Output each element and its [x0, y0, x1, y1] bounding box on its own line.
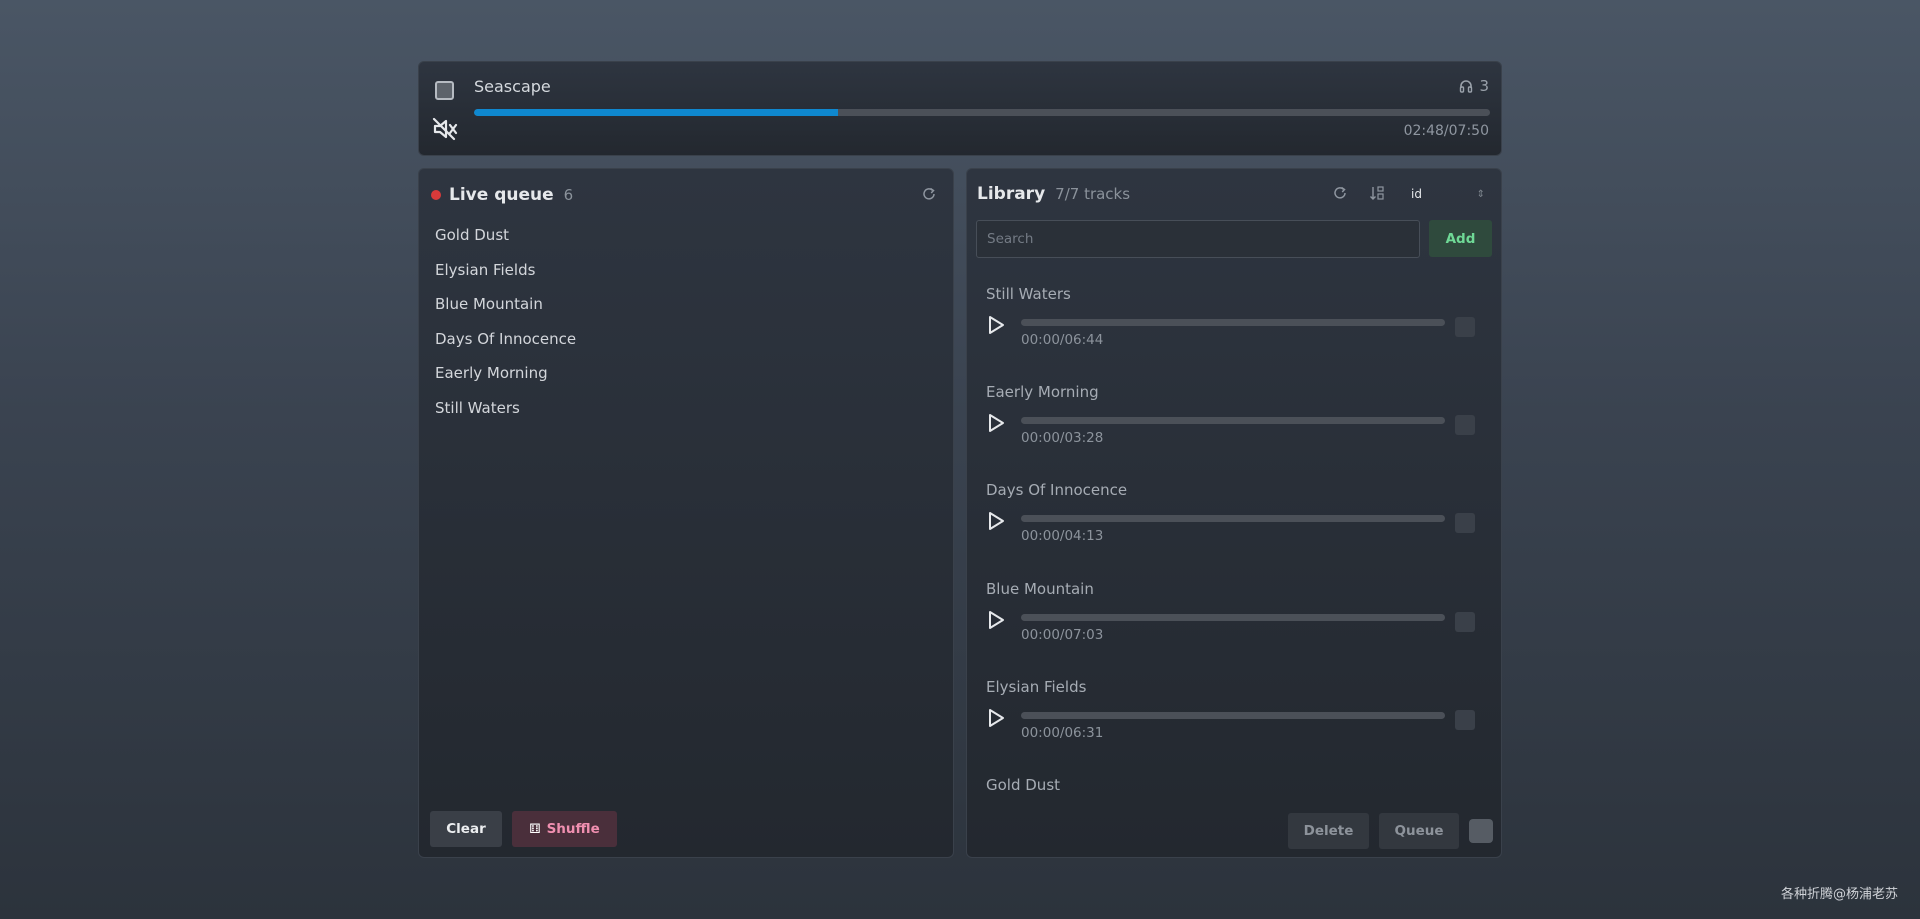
playback-progress[interactable]: [474, 109, 1490, 116]
queue-header: Live queue 6: [431, 185, 573, 205]
track-select-checkbox[interactable]: [1455, 513, 1475, 534]
queue-item[interactable]: Gold Dust: [435, 225, 576, 260]
track-select-checkbox[interactable]: [1455, 709, 1475, 730]
track-progress[interactable]: [1021, 711, 1445, 719]
queue-item[interactable]: Elysian Fields: [435, 260, 576, 295]
library-track: Eaerly Morning 00:00/03:28: [967, 383, 1501, 481]
queue-item[interactable]: Blue Mountain: [435, 294, 576, 329]
mute-icon[interactable]: [432, 117, 458, 141]
refresh-queue-icon[interactable]: [921, 186, 937, 202]
listener-count-value: 3: [1479, 77, 1489, 95]
shuffle-button[interactable]: ⚅ Shuffle: [512, 811, 617, 847]
track-progress[interactable]: [1021, 515, 1445, 523]
track-time: 00:00/07:03: [1021, 626, 1104, 643]
queue-list: Gold Dust Elysian Fields Blue Mountain Days…: [435, 225, 576, 433]
track-name: Elysian Fields: [986, 677, 1087, 696]
track-select-checkbox[interactable]: [1455, 611, 1475, 632]
watermark: 各种折腾@杨浦老苏: [1780, 887, 1898, 902]
track-select-checkbox[interactable]: [1455, 317, 1475, 337]
track-time: 00:00/06:44: [1021, 332, 1104, 348]
queue-button[interactable]: Queue: [1379, 813, 1459, 849]
track-progress[interactable]: [1021, 613, 1445, 621]
search-input[interactable]: [976, 220, 1420, 258]
track-progress[interactable]: [1021, 417, 1445, 425]
refresh-library-icon[interactable]: [1332, 185, 1348, 201]
sort-field-value: id: [1411, 187, 1422, 201]
track-select-checkbox[interactable]: [1455, 415, 1475, 436]
stop-icon[interactable]: [435, 81, 454, 100]
headphones-icon: [1460, 80, 1473, 93]
playback-progress-fill: [474, 109, 838, 116]
library-track: Elysian Fields 00:00/06:31: [967, 678, 1501, 776]
track-time: 00:00/03:28: [1021, 430, 1104, 447]
track-name: Days Of Innocence: [986, 481, 1128, 500]
playback-time: 02:48/07:50: [1403, 123, 1489, 139]
library-track-list: Still Waters 00:00/06:44 Eaerly Morning 00:…: [967, 285, 1501, 805]
track-name: Gold Dust: [986, 775, 1061, 794]
play-icon[interactable]: [987, 708, 1005, 728]
queue-item[interactable]: Eaerly Morning: [435, 363, 576, 398]
sort-field-select[interactable]: id ⇕: [1411, 183, 1491, 205]
clear-button[interactable]: Clear: [430, 811, 502, 847]
add-button[interactable]: Add: [1429, 220, 1492, 257]
queue-item[interactable]: Still Waters: [435, 398, 576, 433]
player-bar: Seascape 3 02:48/07:50: [418, 61, 1502, 156]
library-panel: Library 7/7 tracks id ⇕ Add Still Waters…: [966, 168, 1502, 858]
track-name: Eaerly Morning: [986, 383, 1099, 402]
shuffle-label: Shuffle: [546, 821, 600, 837]
sort-order-icon[interactable]: [1369, 185, 1385, 201]
live-queue-panel: Live queue 6 Gold Dust Elysian Fields Blue…: [418, 168, 954, 858]
track-time: 00:00/06:31: [1021, 724, 1104, 741]
select-all-checkbox[interactable]: [1469, 819, 1493, 843]
now-playing-title: Seascape: [474, 77, 551, 96]
delete-button[interactable]: Delete: [1288, 813, 1369, 849]
select-chevron-icon: ⇕: [1476, 188, 1485, 200]
queue-count: 6: [563, 186, 574, 204]
queue-item[interactable]: Days Of Innocence: [435, 329, 576, 364]
play-icon[interactable]: [987, 315, 1005, 335]
queue-title: Live queue: [449, 185, 554, 205]
library-title: Library: [977, 184, 1046, 204]
track-time: 00:00/04:13: [1021, 528, 1104, 545]
library-track-count: 7/7 tracks: [1055, 185, 1131, 203]
track-name: Blue Mountain: [986, 579, 1094, 598]
listener-count: 3: [1459, 77, 1489, 95]
play-icon[interactable]: [987, 511, 1005, 531]
library-track: Blue Mountain 00:00/07:03: [967, 580, 1501, 678]
live-indicator-icon: [431, 190, 441, 200]
play-icon[interactable]: [987, 610, 1005, 630]
library-track: Still Waters 00:00/06:44: [967, 285, 1501, 383]
library-header: Library 7/7 tracks: [977, 184, 1130, 204]
dice-icon: ⚅: [529, 821, 541, 837]
library-track: Days Of Innocence 00:00/04:13: [967, 481, 1501, 579]
play-icon[interactable]: [987, 413, 1005, 433]
track-name: Still Waters: [986, 285, 1071, 303]
track-progress[interactable]: [1021, 319, 1445, 326]
library-track: Gold Dust: [967, 776, 1501, 805]
